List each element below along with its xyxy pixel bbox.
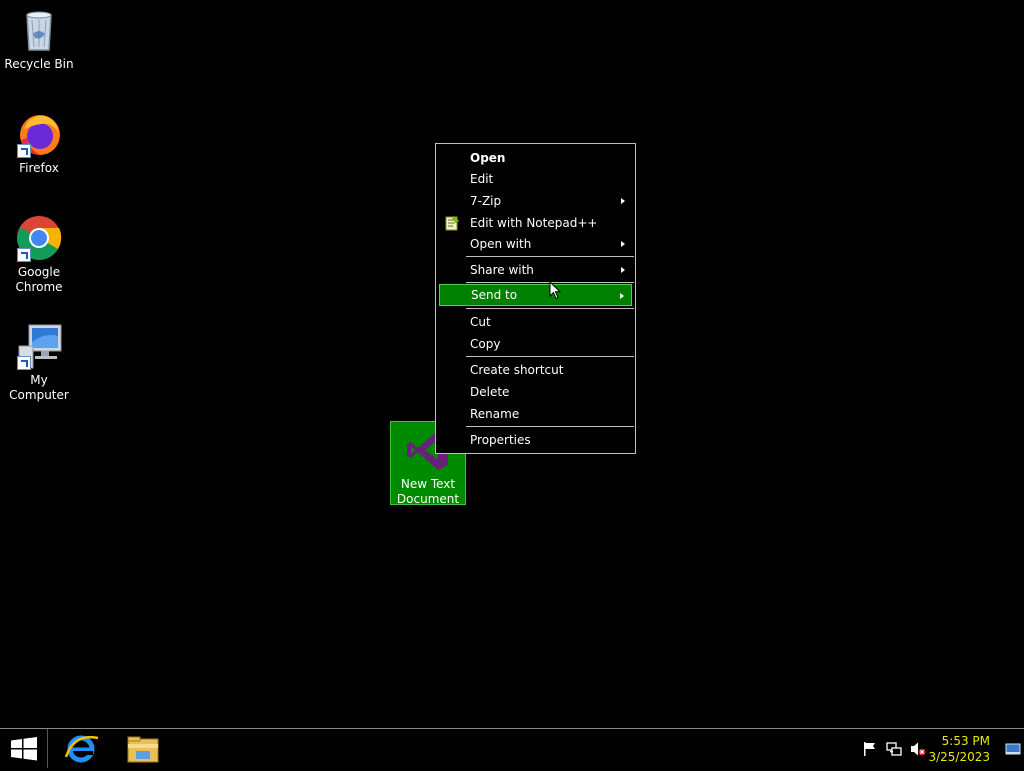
desktop-icon-label: Recycle Bin <box>4 57 74 71</box>
menu-separator <box>466 426 634 427</box>
submenu-arrow-icon <box>620 293 624 299</box>
start-button[interactable] <box>0 729 48 768</box>
menu-item-label: Open with <box>470 237 532 251</box>
shortcut-arrow-icon <box>17 144 31 158</box>
desktop-icon-label: Google Chrome <box>15 265 63 294</box>
menu-item-label: Cut <box>470 315 491 329</box>
menu-item-label: Rename <box>470 407 520 421</box>
menu-item-label: Copy <box>470 337 501 351</box>
menu-item-label: Create shortcut <box>470 363 564 377</box>
windows-logo-icon <box>11 737 37 761</box>
show-desktop-icon[interactable] <box>1005 741 1021 757</box>
context-menu: Open Edit 7-Zip Edit with Notepad++ Open… <box>435 143 636 454</box>
submenu-arrow-icon <box>621 198 625 204</box>
menu-item-cut[interactable]: Cut <box>439 311 632 333</box>
desktop-icon-my-computer[interactable]: My Computer <box>0 322 78 403</box>
clock-time: 5:53 PM <box>941 734 990 748</box>
desktop-icon-google-chrome[interactable]: Google Chrome <box>0 214 78 295</box>
desktop-icon-label: New Text Document <box>396 477 460 506</box>
menu-item-send-to[interactable]: Send to <box>439 284 632 306</box>
menu-item-edit[interactable]: Edit <box>439 168 632 190</box>
firefox-icon <box>15 110 63 158</box>
menu-item-label: Share with <box>470 263 534 277</box>
taskbar-clock[interactable]: 5:53 PM 3/25/2023 <box>928 733 990 765</box>
internet-explorer-icon <box>64 735 99 763</box>
menu-item-label: Edit <box>470 172 494 186</box>
menu-item-label: Send to <box>471 288 518 302</box>
menu-separator <box>466 308 634 309</box>
mouse-pointer-icon <box>549 280 562 303</box>
taskbar: 5:53 PM 3/25/2023 <box>0 728 1024 768</box>
clock-date: 3/25/2023 <box>928 750 990 764</box>
menu-item-label: Open <box>470 151 506 165</box>
menu-item-delete[interactable]: Delete <box>439 381 632 403</box>
desktop-icon-firefox[interactable]: Firefox <box>0 110 78 176</box>
file-explorer-icon <box>127 736 159 763</box>
menu-item-open[interactable]: Open <box>439 147 632 169</box>
taskbar-file-explorer-button[interactable] <box>114 729 172 768</box>
menu-item-properties[interactable]: Properties <box>439 429 632 451</box>
menu-item-share-with[interactable]: Share with <box>439 259 632 281</box>
taskbar-internet-explorer-button[interactable] <box>52 729 110 768</box>
recycle-bin-icon <box>15 6 63 54</box>
menu-item-create-shortcut[interactable]: Create shortcut <box>439 359 632 381</box>
menu-item-label: 7-Zip <box>470 194 502 208</box>
menu-item-label: Delete <box>470 385 510 399</box>
menu-separator <box>466 356 634 357</box>
menu-separator <box>466 256 634 257</box>
menu-item-edit-with-notepad-plus-plus[interactable]: Edit with Notepad++ <box>439 212 632 234</box>
menu-item-label: Properties <box>470 433 531 447</box>
desktop-icon-recycle-bin[interactable]: Recycle Bin <box>0 6 78 72</box>
network-icon[interactable] <box>886 741 902 757</box>
menu-item-label: Edit with Notepad++ <box>470 216 598 230</box>
notepad-plus-plus-icon <box>444 215 460 231</box>
computer-icon <box>15 322 63 370</box>
desktop-icon-label: Firefox <box>19 161 59 175</box>
menu-item-rename[interactable]: Rename <box>439 403 632 425</box>
shortcut-arrow-icon <box>17 248 31 262</box>
submenu-arrow-icon <box>621 267 625 273</box>
volume-muted-icon[interactable] <box>910 741 926 757</box>
shortcut-arrow-icon <box>17 356 31 370</box>
menu-item-open-with[interactable]: Open with <box>439 233 632 255</box>
desktop-icon-label: My Computer <box>9 373 69 402</box>
flag-icon[interactable] <box>862 741 878 757</box>
chrome-icon <box>15 214 63 262</box>
submenu-arrow-icon <box>621 241 625 247</box>
menu-item-7zip[interactable]: 7-Zip <box>439 190 632 212</box>
menu-item-copy[interactable]: Copy <box>439 333 632 355</box>
